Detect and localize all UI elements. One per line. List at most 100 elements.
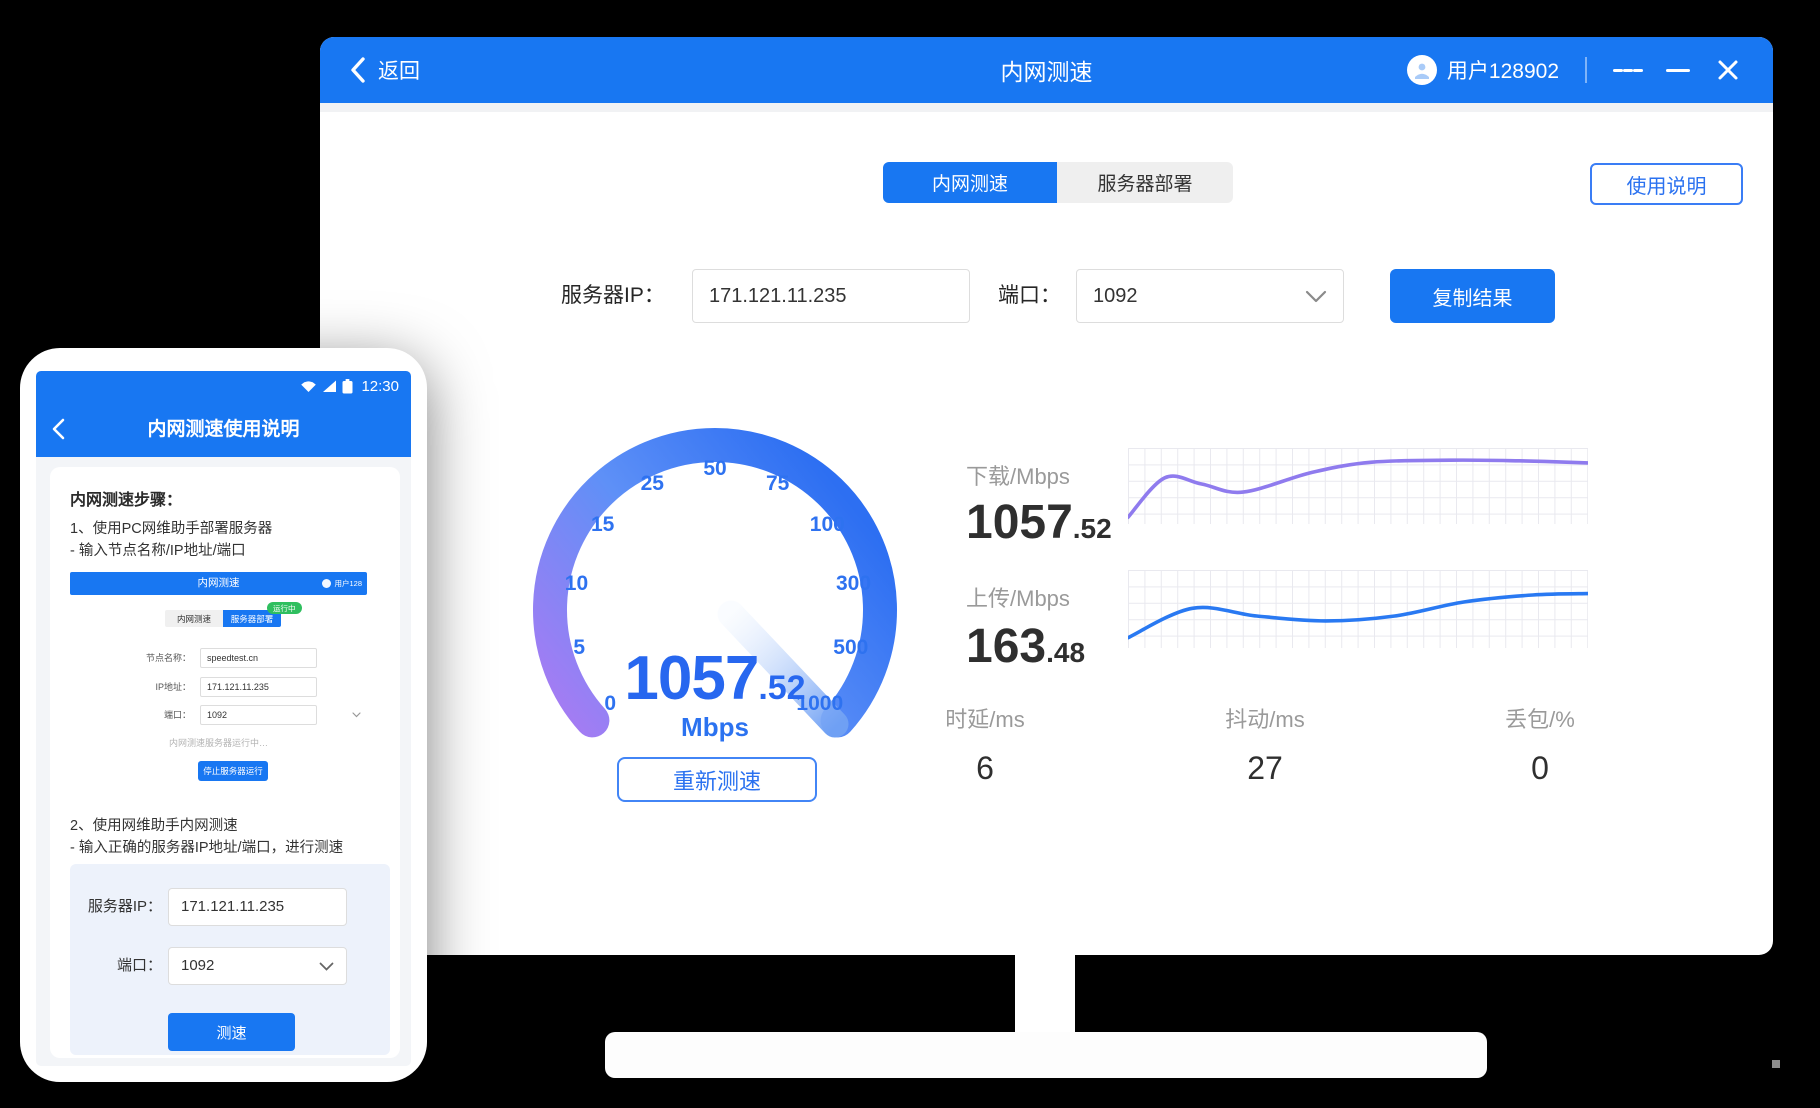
mode-tabs: 内网测速 服务器部署: [883, 162, 1233, 203]
back-button[interactable]: 返回: [350, 55, 420, 85]
back-label: 返回: [378, 55, 420, 85]
packet-loss-stat: 丢包/% 0: [1450, 702, 1630, 787]
phone-test-button[interactable]: 测速: [168, 1013, 295, 1051]
gauge-tick-75: 75: [766, 472, 789, 496]
chevron-left-icon: [52, 418, 65, 440]
latency-label: 时延/ms: [895, 702, 1075, 734]
retest-button[interactable]: 重新测速: [617, 757, 817, 802]
mini-ip-label: IP地址：: [155, 677, 191, 697]
mini-user-chip: 用户128: [322, 572, 362, 595]
speedtest-app-window: 返回 内网测速 用户128902: [320, 37, 1773, 955]
latency-value: 6: [895, 750, 1075, 787]
latency-stat: 时延/ms 6: [895, 702, 1075, 787]
close-button[interactable]: [1713, 55, 1743, 85]
phone-speedtest-form: 服务器IP： 171.121.11.235 端口： 1092 测速: [70, 864, 390, 1055]
mini-tab-speedtest: 内网测速: [165, 610, 223, 627]
black-background: 返回 内网测速 用户128902: [0, 0, 1820, 1108]
steps-heading: 内网测速步骤：: [70, 486, 182, 510]
mini-running-badge: 运行中: [267, 602, 302, 614]
mini-running-text: 内网测速服务器运行中…: [70, 736, 367, 749]
phone-status-bar: 12:30: [300, 378, 399, 395]
user-account-chip[interactable]: 用户128902: [1407, 55, 1559, 85]
mini-username: 用户128: [334, 578, 362, 589]
server-ip-input[interactable]: [692, 269, 970, 323]
chevron-down-icon: [352, 712, 361, 718]
user-icon: [1412, 60, 1432, 80]
phone-server-ip-label: 服务器IP：: [84, 888, 162, 926]
download-label: 下载/Mbps: [966, 459, 1070, 491]
gauge-tick-10: 10: [565, 572, 588, 596]
close-icon: [1717, 59, 1739, 81]
upload-label: 上传/Mbps: [966, 581, 1070, 613]
signal-icon: [322, 380, 337, 393]
app-header: 返回 内网测速 用户128902: [320, 37, 1773, 103]
monitor-stand-base: [605, 1032, 1487, 1078]
mini-node-name-row: 节点名称： speedtest.cn: [70, 648, 367, 668]
phone-mockup: 12:30 内网测速使用说明 内网测速步骤： 1、使用PC网维助手部署服务器 -…: [20, 348, 427, 1082]
background-speck: [1772, 1060, 1780, 1068]
gauge-tick-100: 100: [810, 513, 845, 537]
gauge-tick-50: 50: [703, 457, 726, 481]
monitor-stand-neck: [1015, 953, 1075, 1033]
wifi-icon: [300, 380, 317, 393]
phone-time: 12:30: [361, 378, 399, 395]
upload-chart: [1128, 570, 1588, 648]
gauge-tick-300: 300: [836, 572, 871, 596]
step2-detail: - 输入正确的服务器IP地址/端口，进行测速: [70, 836, 343, 857]
menu-button[interactable]: [1613, 55, 1643, 85]
packet-loss-value: 0: [1450, 750, 1630, 787]
mini-ip-row: IP地址： 171.121.11.235: [70, 677, 367, 697]
step1-detail: - 输入节点名称/IP地址/端口: [70, 539, 246, 560]
battery-icon: [342, 379, 353, 394]
gauge-value: 1057.52: [515, 648, 915, 710]
phone-header: 12:30 内网测速使用说明: [36, 371, 411, 457]
chevron-down-icon: [1305, 290, 1327, 303]
download-chart: [1128, 448, 1588, 524]
phone-server-ip-input[interactable]: 171.121.11.235: [168, 888, 347, 926]
usage-guide-button[interactable]: 使用说明: [1590, 163, 1743, 205]
mini-port-row: 端口： 1092: [70, 705, 367, 725]
mini-app-screenshot: 内网测速 用户128 内网测速 服务器部署 运行中 节点名称： speedtes…: [70, 572, 367, 802]
phone-page-title: 内网测速使用说明: [36, 415, 411, 445]
jitter-stat: 抖动/ms 27: [1175, 702, 1355, 787]
header-shadow-strip: [320, 103, 1773, 112]
chevron-down-icon: [319, 962, 334, 971]
chevron-left-icon: [350, 57, 366, 83]
mini-stop-server-button: 停止服务器运行: [198, 761, 268, 781]
mini-tabs: 内网测速 服务器部署: [165, 610, 281, 627]
avatar: [1407, 55, 1437, 85]
copy-result-button[interactable]: 复制结果: [1390, 269, 1555, 323]
speed-gauge: 0510152550751003005001000 1057.52 Mbps: [515, 420, 915, 750]
gauge-tick-25: 25: [641, 472, 664, 496]
server-ip-label: 服务器IP：: [561, 269, 665, 323]
phone-port-label: 端口：: [84, 947, 162, 985]
tab-server-deploy[interactable]: 服务器部署: [1057, 162, 1233, 203]
step2-title: 2、使用网维助手内网测速: [70, 814, 238, 835]
minimize-button[interactable]: [1663, 55, 1693, 85]
header-divider: [1585, 57, 1587, 83]
username-label: 用户128902: [1447, 55, 1559, 85]
port-select-value: 1092: [1093, 285, 1138, 308]
jitter-label: 抖动/ms: [1175, 702, 1355, 734]
gauge-unit: Mbps: [515, 712, 915, 743]
port-label: 端口：: [998, 269, 1061, 323]
step1-title: 1、使用PC网维助手部署服务器: [70, 517, 272, 538]
mini-node-name-value: speedtest.cn: [200, 648, 317, 668]
upload-value: 163.48: [966, 623, 1085, 671]
phone-back-button[interactable]: [52, 418, 65, 445]
phone-screen: 12:30 内网测速使用说明 内网测速步骤： 1、使用PC网维助手部署服务器 -…: [36, 371, 411, 1066]
mini-app-header: 内网测速 用户128: [70, 572, 367, 595]
mini-port-value: 1092: [200, 705, 317, 725]
mini-port-label: 端口：: [164, 705, 191, 725]
download-value: 1057.52: [966, 499, 1112, 547]
packet-loss-label: 丢包/%: [1450, 702, 1630, 734]
gauge-tick-15: 15: [591, 513, 614, 537]
phone-port-value: 1092: [181, 948, 214, 984]
mini-avatar: [322, 579, 331, 588]
phone-port-select[interactable]: 1092: [168, 947, 347, 985]
mini-ip-value: 171.121.11.235: [200, 677, 317, 697]
tab-intranet-speedtest[interactable]: 内网测速: [883, 162, 1057, 203]
jitter-value: 27: [1175, 750, 1355, 787]
instructions-card: 内网测速步骤： 1、使用PC网维助手部署服务器 - 输入节点名称/IP地址/端口…: [50, 467, 400, 1058]
port-select[interactable]: 1092: [1076, 269, 1344, 323]
